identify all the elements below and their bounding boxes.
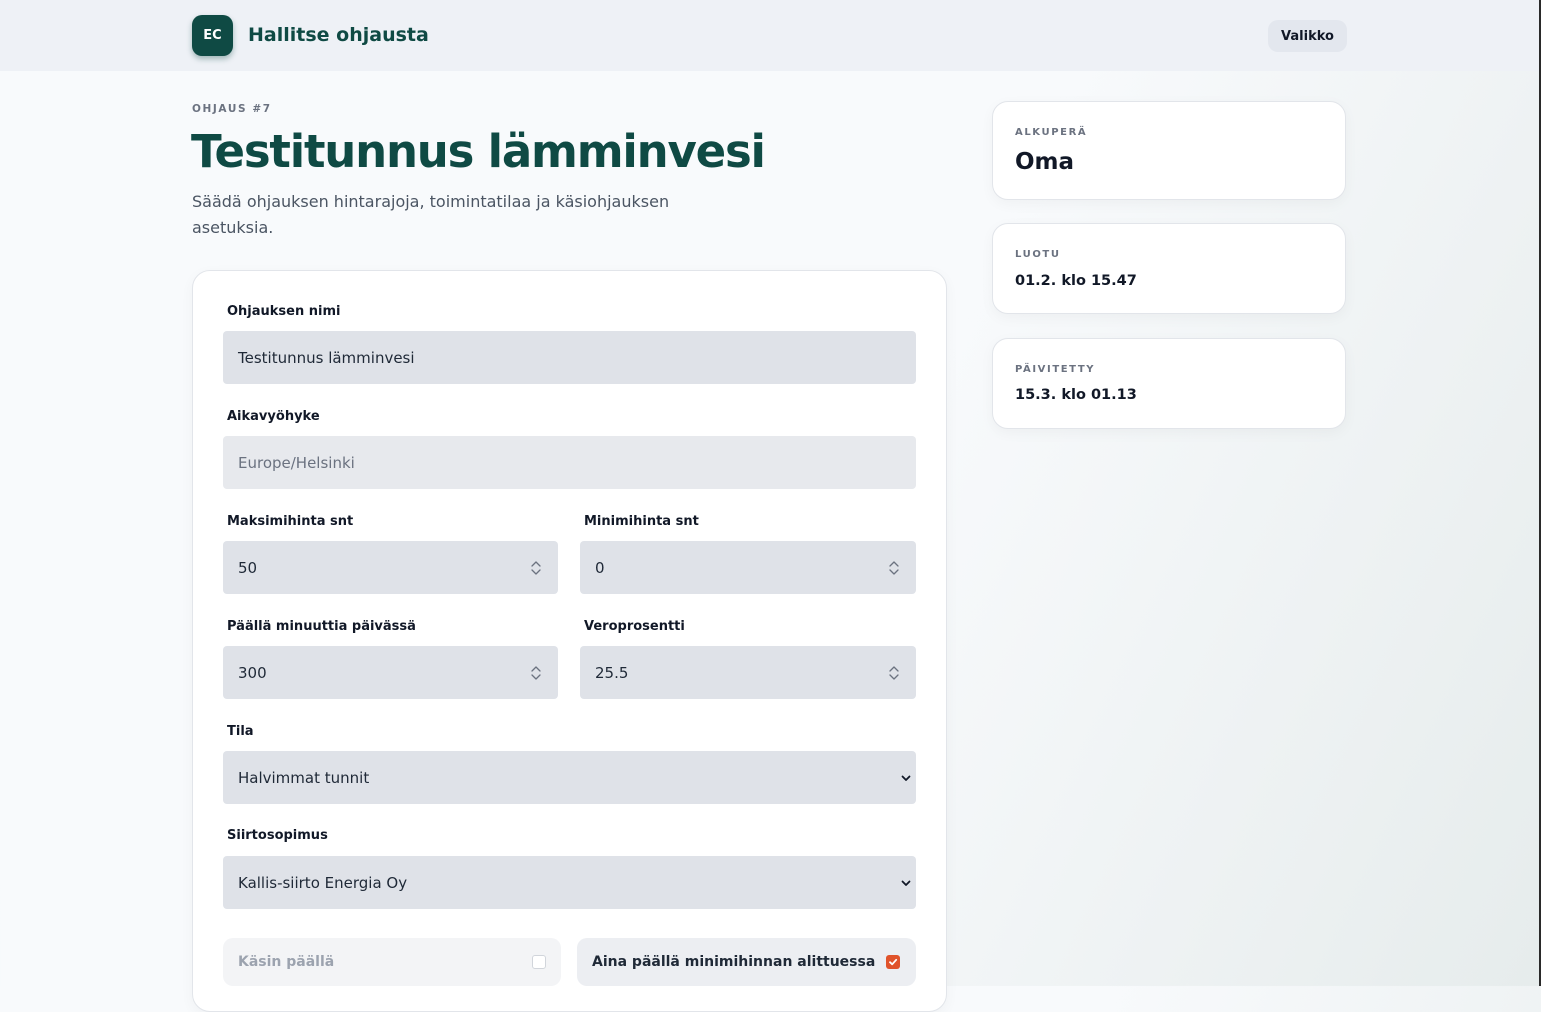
contract-select-value: Kallis-siirto Energia Oy bbox=[238, 873, 408, 892]
mode-select[interactable]: Halvimmat tunnit bbox=[223, 751, 916, 804]
contract-label: Siirtosopimus bbox=[227, 828, 328, 843]
timezone-label: Aikavyöhyke bbox=[227, 409, 320, 424]
max-price-label: Maksimihinta snt bbox=[227, 514, 354, 529]
spinner-arrows-icon[interactable] bbox=[886, 558, 902, 578]
mode-label: Tila bbox=[227, 724, 254, 739]
created-card: LUOTU 01.2. klo 15.47 bbox=[992, 223, 1346, 314]
origin-card: ALKUPERÄ Oma bbox=[992, 101, 1346, 200]
always-on-below-min-label: Aina päällä minimihinnan alittuessa bbox=[592, 954, 876, 970]
min-price-value: 0 bbox=[595, 558, 605, 577]
spinner-arrows-icon[interactable] bbox=[528, 663, 544, 683]
mode-select-value: Halvimmat tunnit bbox=[238, 768, 370, 787]
always-on-below-min-checkbox[interactable] bbox=[886, 955, 900, 969]
created-value: 01.2. klo 15.47 bbox=[1015, 273, 1137, 289]
top-bar: EC Hallitse ohjausta Valikko bbox=[0, 0, 1539, 71]
max-price-value: 50 bbox=[238, 558, 258, 577]
page-title: Testitunnus lämminvesi bbox=[191, 125, 766, 178]
manual-on-checkbox[interactable] bbox=[532, 955, 546, 969]
updated-label: PÄIVITETTY bbox=[1015, 364, 1096, 375]
page-subtitle: Säädä ohjauksen hintarajoja, toimintatil… bbox=[192, 192, 670, 237]
page-eyebrow: OHJAUS #7 bbox=[192, 103, 272, 115]
chevron-down-icon bbox=[901, 775, 911, 781]
minutes-on-input[interactable]: 300 bbox=[223, 646, 558, 699]
tax-label: Veroprosentti bbox=[584, 619, 685, 634]
checkmark-icon bbox=[889, 958, 898, 966]
min-price-label: Minimihinta snt bbox=[584, 514, 699, 529]
settings-form-card: Ohjauksen nimi Testitunnus lämminvesi Ai… bbox=[192, 270, 947, 1012]
name-label: Ohjauksen nimi bbox=[227, 304, 341, 319]
origin-label: ALKUPERÄ bbox=[1015, 127, 1088, 138]
always-on-below-min-toggle[interactable]: Aina päällä minimihinnan alittuessa bbox=[577, 938, 916, 986]
min-price-input[interactable]: 0 bbox=[580, 541, 916, 594]
app-logo[interactable]: EC bbox=[192, 15, 233, 56]
contract-select[interactable]: Kallis-siirto Energia Oy bbox=[223, 856, 916, 909]
updated-value: 15.3. klo 01.13 bbox=[1015, 387, 1137, 403]
manual-on-label: Käsin päällä bbox=[238, 954, 335, 970]
origin-value: Oma bbox=[1015, 149, 1075, 175]
name-input[interactable]: Testitunnus lämminvesi bbox=[223, 331, 916, 384]
timezone-input[interactable]: Europe/Helsinki bbox=[223, 436, 916, 489]
updated-card: PÄIVITETTY 15.3. klo 01.13 bbox=[992, 338, 1346, 429]
spinner-arrows-icon[interactable] bbox=[528, 558, 544, 578]
minutes-on-label: Päällä minuuttia päivässä bbox=[227, 619, 416, 634]
tax-value: 25.5 bbox=[595, 663, 629, 682]
menu-button[interactable]: Valikko bbox=[1268, 20, 1347, 52]
name-input-value: Testitunnus lämminvesi bbox=[238, 348, 415, 367]
minutes-on-value: 300 bbox=[238, 663, 267, 682]
tax-input[interactable]: 25.5 bbox=[580, 646, 916, 699]
app-title: Hallitse ohjausta bbox=[248, 24, 429, 46]
spinner-arrows-icon[interactable] bbox=[886, 663, 902, 683]
timezone-input-value: Europe/Helsinki bbox=[238, 453, 355, 472]
created-label: LUOTU bbox=[1015, 249, 1061, 260]
chevron-down-icon bbox=[901, 880, 911, 886]
manual-on-toggle[interactable]: Käsin päällä bbox=[223, 938, 561, 986]
max-price-input[interactable]: 50 bbox=[223, 541, 558, 594]
